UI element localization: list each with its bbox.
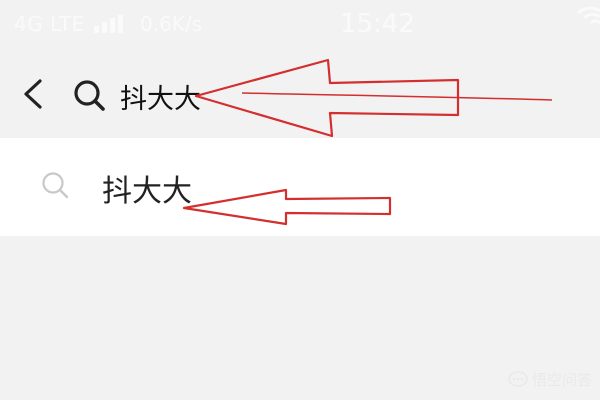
- status-bar: 4G LTE 0.6K/s 15:42: [0, 0, 600, 50]
- watermark-text: 悟空问答: [531, 371, 592, 389]
- network-indicator: 4G LTE: [14, 12, 126, 36]
- wifi-icon: [576, 6, 600, 25]
- search-input[interactable]: 抖大大: [120, 77, 201, 116]
- suggestion-label[interactable]: 抖大大: [102, 166, 192, 210]
- search-icon: [74, 80, 105, 111]
- network-speed: 0.6K/s: [140, 12, 203, 36]
- signal-strength-icon: [93, 15, 123, 33]
- watermark: 悟空问答: [508, 369, 592, 390]
- back-arrow-icon[interactable]: [20, 78, 46, 110]
- network-type: 4G LTE: [14, 12, 85, 36]
- search-icon: [42, 172, 69, 199]
- suggestion-item[interactable]: [0, 138, 600, 236]
- clock: 15:42: [340, 9, 415, 39]
- speech-bubble-icon: [508, 370, 528, 387]
